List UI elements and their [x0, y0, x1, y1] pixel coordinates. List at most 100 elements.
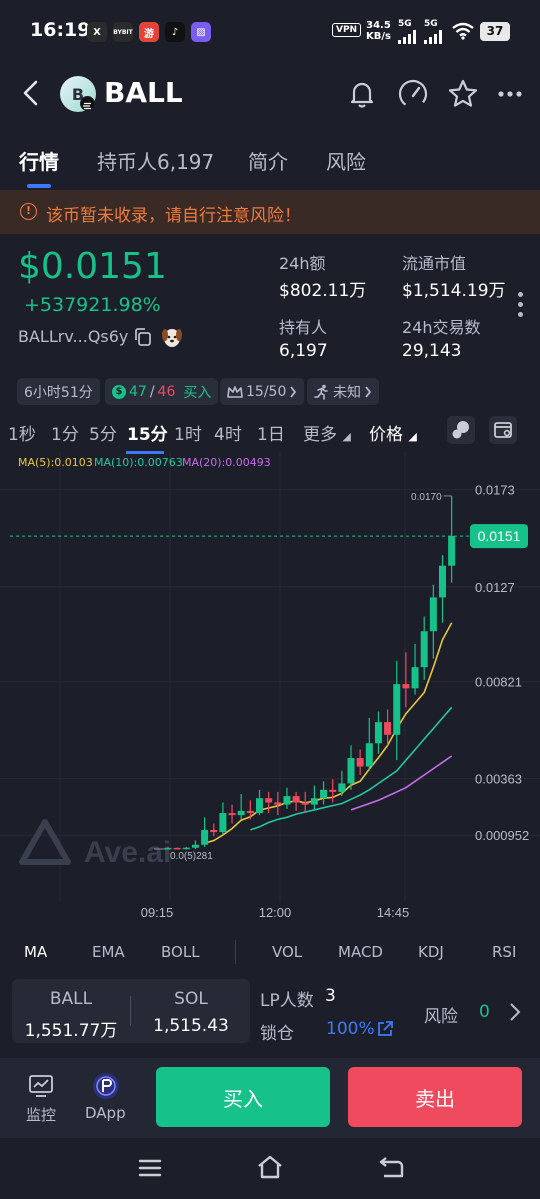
candle-body — [448, 536, 456, 566]
indicator-toggle-button[interactable] — [447, 416, 475, 444]
menu-icon[interactable] — [138, 1158, 162, 1178]
chart-settings-button[interactable] — [489, 416, 517, 444]
money-bag-icon: $ — [112, 384, 126, 399]
indicator-boll[interactable]: BOLL — [161, 943, 200, 961]
buy-sell-pill[interactable]: $ 47/46 买入 — [105, 378, 219, 405]
interval-5m[interactable]: 5分 — [89, 420, 117, 445]
star-icon[interactable] — [447, 78, 479, 110]
game-app-icon: 游 — [139, 22, 159, 42]
monitor-label[interactable]: 监控 — [26, 1104, 56, 1125]
ma5-legend: MA(5):0.0103 — [18, 456, 93, 469]
price-mode-dropdown[interactable]: 价格 ◢ — [369, 420, 417, 445]
active-tab-indicator — [27, 184, 51, 188]
ma10-legend: MA(10):0.00763 — [94, 456, 183, 469]
buy-button[interactable]: 买入 — [156, 1067, 330, 1127]
x-tick-label: 14:45 — [377, 905, 410, 920]
gauge-icon[interactable] — [397, 78, 429, 110]
ma20-legend: MA(20):0.00493 — [182, 456, 271, 469]
rank-pill[interactable]: 15/50 — [220, 378, 305, 405]
high-marker-label: 0.0170 — [411, 492, 442, 503]
pool-ball-label: BALL — [49, 989, 93, 1009]
wifi-icon — [452, 22, 474, 40]
interval-1d[interactable]: 1日 — [257, 420, 285, 445]
x-tick-label: 09:15 — [141, 905, 174, 920]
pool-divider — [130, 996, 131, 1026]
risk-chevron-icon[interactable] — [508, 1002, 522, 1022]
indicator-rsi[interactable]: RSI — [492, 943, 516, 961]
chart-settings-icon — [494, 422, 512, 438]
x-tick-label: 12:00 — [259, 905, 292, 920]
dapp-label[interactable]: DApp — [85, 1104, 126, 1122]
tiktok-app-icon: ♪ — [165, 22, 185, 42]
vpn-indicator: VPN — [332, 23, 362, 37]
interval-1m[interactable]: 1分 — [51, 420, 79, 445]
interval-1h[interactable]: 1时 — [174, 420, 202, 445]
sell-button[interactable]: 卖出 — [348, 1067, 522, 1127]
indicator-ma[interactable]: MA — [24, 943, 47, 961]
indicator-macd[interactable]: MACD — [338, 943, 383, 961]
warning-icon: ! — [20, 203, 37, 220]
candle-body — [320, 789, 328, 799]
candle-body — [201, 829, 209, 845]
tab-market[interactable]: 行情 — [19, 146, 59, 175]
signal-label: 5G — [398, 19, 412, 29]
chevron-right-icon — [365, 385, 372, 398]
crown-icon — [227, 385, 243, 398]
signal-2-label: 5G — [424, 19, 438, 29]
candle-body — [439, 565, 446, 598]
holders-value: 6,197 — [279, 341, 328, 361]
tab-risk[interactable]: 风险 — [326, 146, 366, 175]
candle-body — [411, 667, 419, 689]
token-address: BALLrv...Qs6y — [18, 327, 129, 346]
home-icon[interactable] — [256, 1154, 284, 1180]
warning-text: 该币暂未收录，请自行注意风险！ — [46, 206, 301, 226]
candle-body — [429, 597, 437, 632]
status-time: 16:19 — [30, 19, 91, 41]
copy-icon[interactable] — [133, 327, 153, 347]
candle-body — [338, 783, 346, 792]
candlestick-chart[interactable]: Ave.ai 0.0151 0.0173 0.0127 0.00821 0.00363 0.… — [0, 452, 540, 932]
y-tick-label: 0.00363 — [475, 772, 522, 787]
interval-15m[interactable]: 15分 — [127, 420, 168, 445]
tab-holders[interactable]: 持币人6,197 — [97, 146, 214, 175]
stats-more-icon[interactable] — [518, 292, 524, 322]
external-link-icon[interactable] — [376, 1020, 394, 1038]
back-nav-icon[interactable] — [378, 1156, 404, 1178]
dev-status-pill[interactable]: 未知 — [307, 378, 379, 405]
back-icon[interactable] — [22, 80, 40, 106]
indicator-vol[interactable]: VOL — [272, 943, 302, 961]
y-tick-label: 0.00821 — [475, 675, 522, 690]
candle-body — [393, 684, 401, 735]
candle-body — [329, 789, 337, 792]
low-marker-label: 0.0(5)281 — [170, 851, 213, 862]
mcap-label: 流通市值 — [402, 254, 467, 273]
solana-chain-icon — [80, 96, 95, 111]
current-price-label: 0.0151 — [478, 528, 521, 544]
interval-1s[interactable]: 1秒 — [8, 420, 36, 445]
more-icon[interactable] — [497, 90, 523, 98]
lock-value[interactable]: 100% — [326, 1019, 375, 1039]
holders-label: 持有人 — [279, 318, 328, 337]
risk-value: 0 — [479, 1002, 490, 1022]
indicator-kdj[interactable]: KDJ — [418, 943, 444, 961]
buy-count: 47 — [129, 383, 147, 400]
dapp-icon[interactable] — [92, 1072, 120, 1100]
candle-body — [374, 722, 382, 744]
candle-body — [246, 810, 254, 814]
more-intervals-dropdown[interactable]: 更多 ◢ — [303, 420, 351, 445]
monitor-icon[interactable] — [28, 1074, 54, 1098]
interval-4h[interactable]: 4时 — [214, 420, 242, 445]
tab-intro[interactable]: 简介 — [248, 146, 288, 175]
candle-body — [356, 758, 364, 767]
bell-icon[interactable] — [346, 78, 378, 110]
candle-body — [228, 813, 236, 816]
x-app-icon: X — [87, 22, 107, 42]
network-speed-unit: KB/s — [366, 31, 391, 42]
candle-body — [256, 798, 263, 814]
candle-body — [173, 847, 181, 850]
dropdown-triangle-icon: ◢ — [408, 430, 417, 443]
current-price: $0.0151 — [18, 246, 167, 287]
indicator-ema[interactable]: EMA — [92, 943, 125, 961]
pool-sol-label: SOL — [174, 989, 208, 1009]
candle-body — [347, 758, 355, 784]
